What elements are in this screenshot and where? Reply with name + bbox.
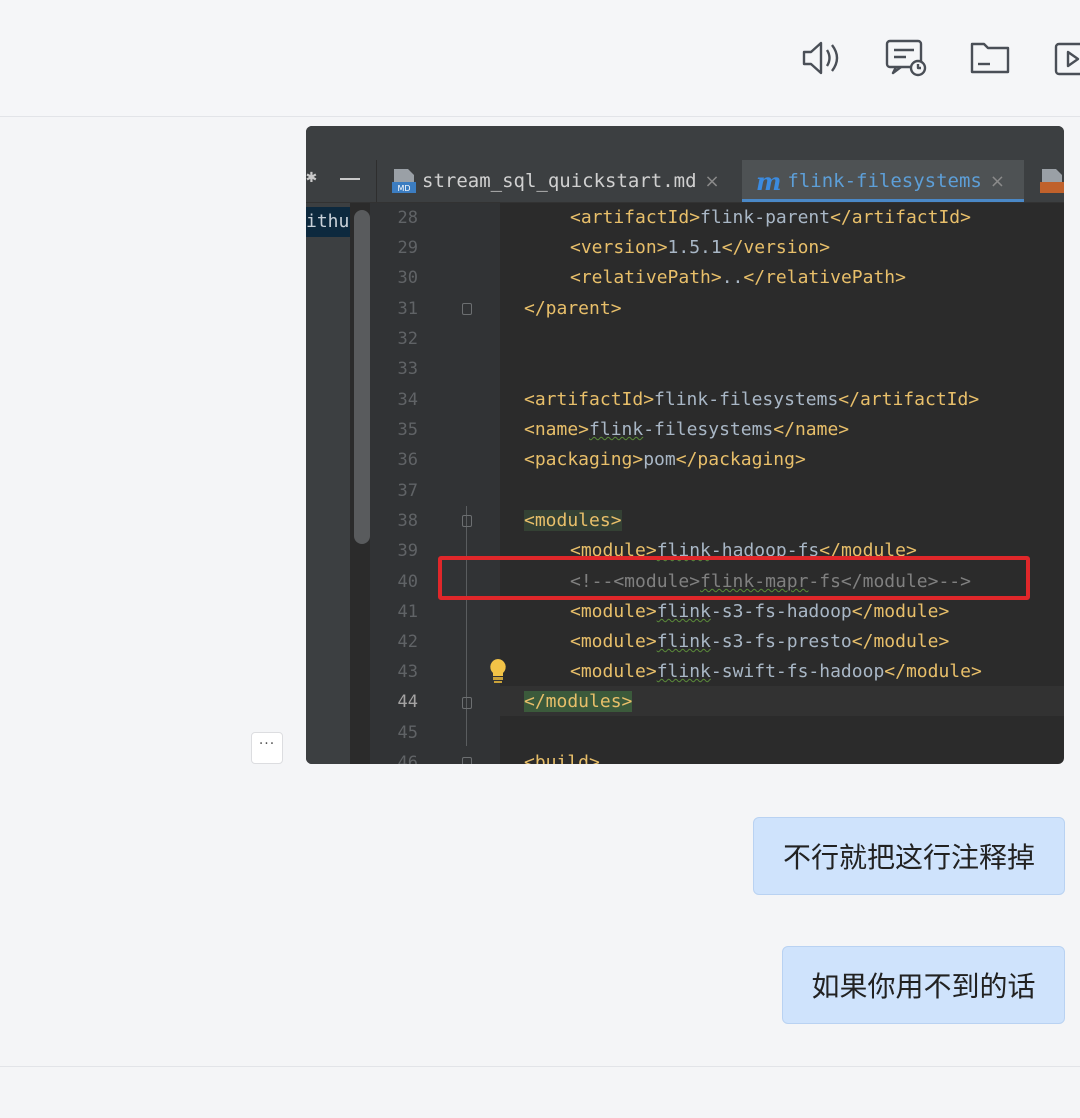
line-number: 37 [397, 481, 418, 501]
speaker-icon[interactable] [800, 38, 844, 78]
code-line: <name>flink-filesystems</name> [524, 419, 850, 440]
line-number: 38 [397, 511, 418, 531]
line-number: 39 [397, 541, 418, 561]
fold-marker-icon [462, 697, 472, 709]
code-line: <version>1.5.1</version> [570, 237, 831, 258]
input-divider [0, 1066, 1080, 1067]
file-icon [1040, 169, 1064, 193]
line-number: 43 [397, 662, 418, 682]
code-line: <module>flink-s3-fs-hadoop</module> [570, 601, 950, 622]
line-number: 33 [397, 359, 418, 379]
code-line: <relativePath>..</relativePath> [570, 267, 906, 288]
line-number: 40 [397, 572, 418, 592]
ide-tab-bar: ✱ MD stream_sql_quickstart.md × m flink-… [306, 160, 1064, 203]
code-line: <module>flink-swift-fs-hadoop</module> [570, 661, 982, 682]
code-line: </parent> [524, 298, 622, 319]
code-line: <artifactId>flink-filesystems</artifactI… [524, 389, 980, 410]
code-line: <artifactId>flink-parent</artifactId> [570, 207, 971, 228]
close-icon: × [989, 170, 1005, 192]
line-number: 28 [397, 208, 418, 228]
code-line: <packaging>pom</packaging> [524, 449, 806, 470]
tab-flink-filesystems: m flink-filesystems × [742, 160, 1024, 202]
top-toolbar [0, 0, 1080, 117]
code-line: </modules> [524, 691, 633, 712]
line-number: 42 [397, 632, 418, 652]
line-number: 45 [397, 723, 418, 743]
line-number: 44 [397, 692, 418, 712]
line-number: 31 [397, 299, 418, 319]
message-text: 不行就把这行注释掉 [782, 841, 1035, 874]
chat-history-icon[interactable] [884, 38, 928, 78]
scrollbar [354, 210, 370, 544]
chat-message-bubble[interactable]: 如果你用不到的话 [782, 946, 1065, 1024]
md-file-icon: MD [392, 168, 416, 194]
code-editor: <artifactId>flink-parent</artifactId> <v… [500, 203, 1064, 764]
settings-icon: ✱ [306, 166, 317, 187]
highlight-box [438, 556, 1030, 600]
line-number: 41 [397, 602, 418, 622]
svg-text:MD: MD [397, 184, 410, 193]
folder-icon[interactable] [968, 38, 1012, 78]
video-icon[interactable] [1052, 38, 1080, 78]
message-text: 如果你用不到的话 [811, 970, 1036, 1003]
tab-stream-sql-quickstart: MD stream_sql_quickstart.md × [392, 160, 720, 202]
line-number: 35 [397, 420, 418, 440]
close-icon: × [704, 170, 720, 192]
line-number: 36 [397, 450, 418, 470]
minimize-icon [340, 178, 360, 180]
line-number: 46 [397, 753, 418, 764]
chat-message-bubble[interactable]: 不行就把这行注释掉 [753, 817, 1065, 895]
code-line: <build> [524, 752, 600, 764]
line-number: 29 [397, 238, 418, 258]
fold-marker-icon [462, 515, 472, 527]
line-number: 30 [397, 268, 418, 288]
ide-screenshot[interactable]: ✱ MD stream_sql_quickstart.md × m flink-… [306, 126, 1064, 764]
fold-marker-icon [462, 757, 472, 764]
maven-icon: m [756, 166, 782, 196]
ide-title-strip [306, 126, 1064, 160]
tab-label: flink-filesystems [787, 170, 982, 192]
line-number: 32 [397, 329, 418, 349]
tab-label: stream_sql_quickstart.md [422, 170, 697, 192]
project-panel-fragment: ithu [306, 207, 350, 237]
tab-partial [1040, 160, 1064, 202]
line-gutter: 28 29 30 31 32 33 34 35 36 37 38 39 40 4… [370, 203, 506, 764]
line-number: 34 [397, 390, 418, 410]
code-line: <module>flink-s3-fs-presto</module> [570, 631, 950, 652]
more-options-button[interactable]: ··· [251, 732, 283, 764]
project-panel: ithu [306, 203, 350, 764]
code-line: <modules> [524, 510, 622, 531]
fold-marker-icon [462, 303, 472, 315]
